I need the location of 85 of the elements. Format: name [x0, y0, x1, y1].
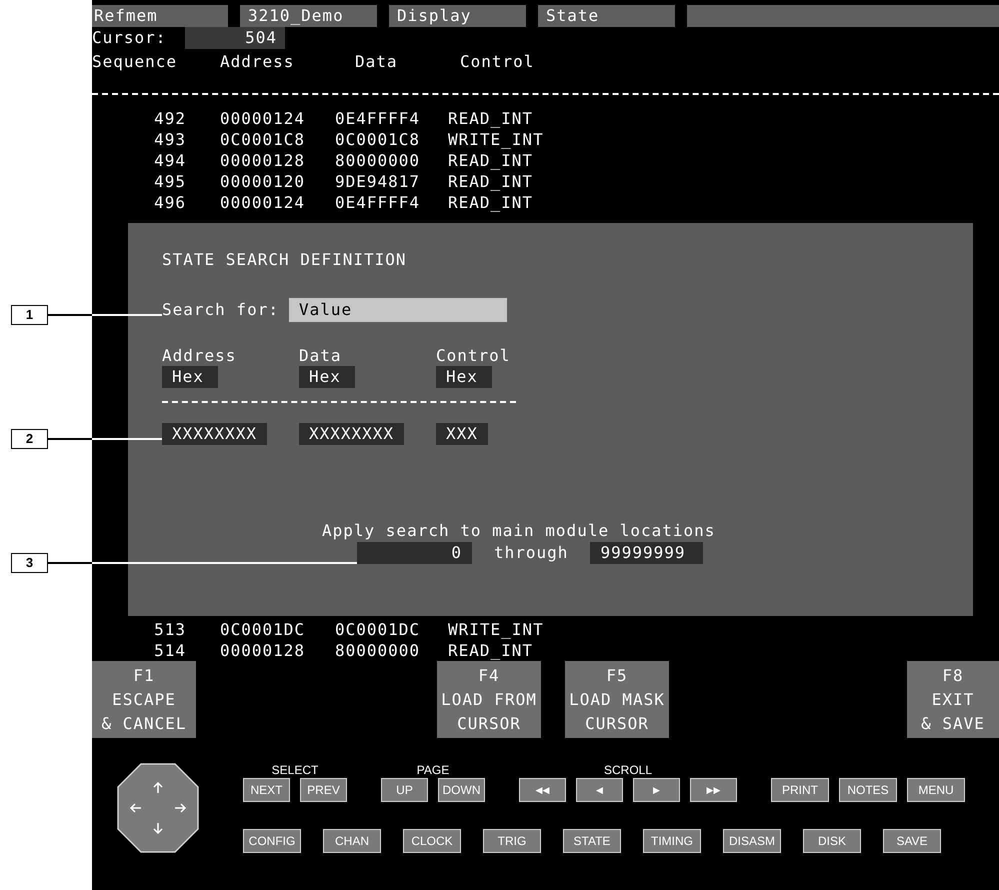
menu-tab[interactable]: 3210_Demo [240, 5, 377, 27]
panel-button[interactable]: NOTES [839, 778, 897, 802]
mode-button[interactable]: STATE [563, 829, 621, 853]
search-for-label: Search for: [162, 299, 279, 321]
table-cell-text: 0C0001DC [219, 619, 306, 640]
function-key[interactable]: F1 ESCAPE & CANCEL [92, 661, 196, 738]
table-cell-text: WRITE_INT [448, 129, 545, 150]
panel-button[interactable]: ◀ [576, 778, 623, 802]
function-key[interactable]: F5 LOAD MASK CURSOR [565, 661, 669, 738]
column-header: Control [459, 51, 536, 73]
mode-button[interactable]: TIMING [643, 829, 701, 853]
table-cell-text: 00000120 [219, 171, 306, 192]
callout-number: 1 [11, 305, 48, 325]
table-cell-text: READ_INT [448, 171, 534, 192]
mode-button[interactable]: TRIG [483, 829, 541, 853]
table-cell-text: 80000000 [335, 150, 422, 171]
start-field[interactable]: 0 [357, 542, 472, 564]
radix-field[interactable]: Hex [436, 366, 492, 388]
table-cell-text: 0E4FFFF4 [335, 108, 422, 129]
mode-button[interactable]: CONFIG [243, 829, 301, 853]
table-cell-text: WRITE_INT [448, 619, 545, 640]
function-key[interactable]: F4 LOAD FROM CURSOR [437, 661, 541, 738]
radix-field[interactable]: Hex [299, 366, 355, 388]
table-cell-text: 0C0001C8 [219, 129, 306, 150]
callout-number: 2 [11, 429, 48, 449]
field-label: Data [299, 346, 342, 366]
table-cell-text: 495 [153, 171, 186, 192]
field-label: Address [162, 346, 236, 366]
panel-button[interactable]: ▶ [633, 778, 680, 802]
group-label: SCROLL [604, 763, 652, 778]
panel-button[interactable]: PREV [300, 778, 347, 802]
callout-number: 3 [11, 553, 48, 573]
through-label: through [494, 542, 568, 564]
group-label: SELECT [272, 763, 318, 778]
radix-field[interactable]: Hex [162, 366, 218, 388]
panel-button[interactable]: ◀◀ [519, 778, 566, 802]
menu-tab[interactable]: State [538, 5, 675, 27]
table-cell-text: 496 [153, 192, 186, 213]
column-header: Data [354, 51, 399, 73]
column-header: Sequence [92, 51, 178, 73]
table-cell-text: 493 [153, 129, 186, 150]
table-cell-text: 514 [153, 640, 186, 661]
table-cell-text: READ_INT [448, 150, 534, 171]
direction-pad-icon[interactable] [117, 763, 199, 853]
panel-button[interactable]: MENU [907, 778, 965, 802]
table-cell-text: 00000128 [219, 150, 306, 171]
search-type-field[interactable]: Value [288, 298, 507, 322]
table-cell-text: 80000000 [335, 640, 422, 661]
table-cell-text: 9DE94817 [335, 171, 422, 192]
menu-tab[interactable]: Refmem [92, 5, 228, 27]
table-cell-text: 513 [153, 619, 186, 640]
panel-button[interactable]: PRINT [771, 778, 829, 802]
group-label: PAGE [416, 763, 450, 778]
dialog-title: STATE SEARCH DEFINITION [162, 249, 408, 271]
cursor-label: Cursor: [92, 27, 168, 49]
menu-tab[interactable]: Display [389, 5, 526, 27]
table-cell-text: 0E4FFFF4 [335, 192, 422, 213]
mode-button[interactable]: CLOCK [403, 829, 461, 853]
cursor-field[interactable]: 504 [185, 27, 285, 49]
table-cell-text: 00000128 [219, 640, 306, 661]
table-cell-text: 492 [153, 108, 186, 129]
function-key[interactable]: F8 EXIT & SAVE [907, 661, 999, 738]
table-cell-text: 00000124 [219, 192, 306, 213]
table-cell-text: READ_INT [448, 108, 534, 129]
mode-button[interactable]: DISK [803, 829, 861, 853]
table-cell-text: 494 [153, 150, 186, 171]
panel-button[interactable]: NEXT [243, 778, 290, 802]
column-header: Address [219, 51, 296, 73]
table-cell-text: READ_INT [448, 640, 534, 661]
pattern-field[interactable]: XXXXXXXX [299, 423, 404, 445]
field-label: Control [436, 346, 510, 366]
mode-button[interactable]: SAVE [883, 829, 941, 853]
table-cell-text: 0C0001C8 [335, 129, 422, 150]
mode-button[interactable]: CHAN [323, 829, 381, 853]
panel-button[interactable]: UP [381, 778, 428, 802]
panel-button[interactable]: ▶▶ [690, 778, 737, 802]
mode-button[interactable]: DISASM [723, 829, 781, 853]
panel-button[interactable]: DOWN [438, 778, 485, 802]
pattern-field[interactable]: XXXXXXXX [162, 423, 268, 445]
pattern-field[interactable]: XXX [436, 423, 488, 445]
end-field[interactable]: 99999999 [590, 542, 704, 564]
table-cell-text: READ_INT [448, 192, 534, 213]
table-cell-text: 0C0001DC [335, 619, 422, 640]
table-cell-text: 00000124 [219, 108, 306, 129]
range-caption: Apply search to main module locations [322, 520, 716, 542]
